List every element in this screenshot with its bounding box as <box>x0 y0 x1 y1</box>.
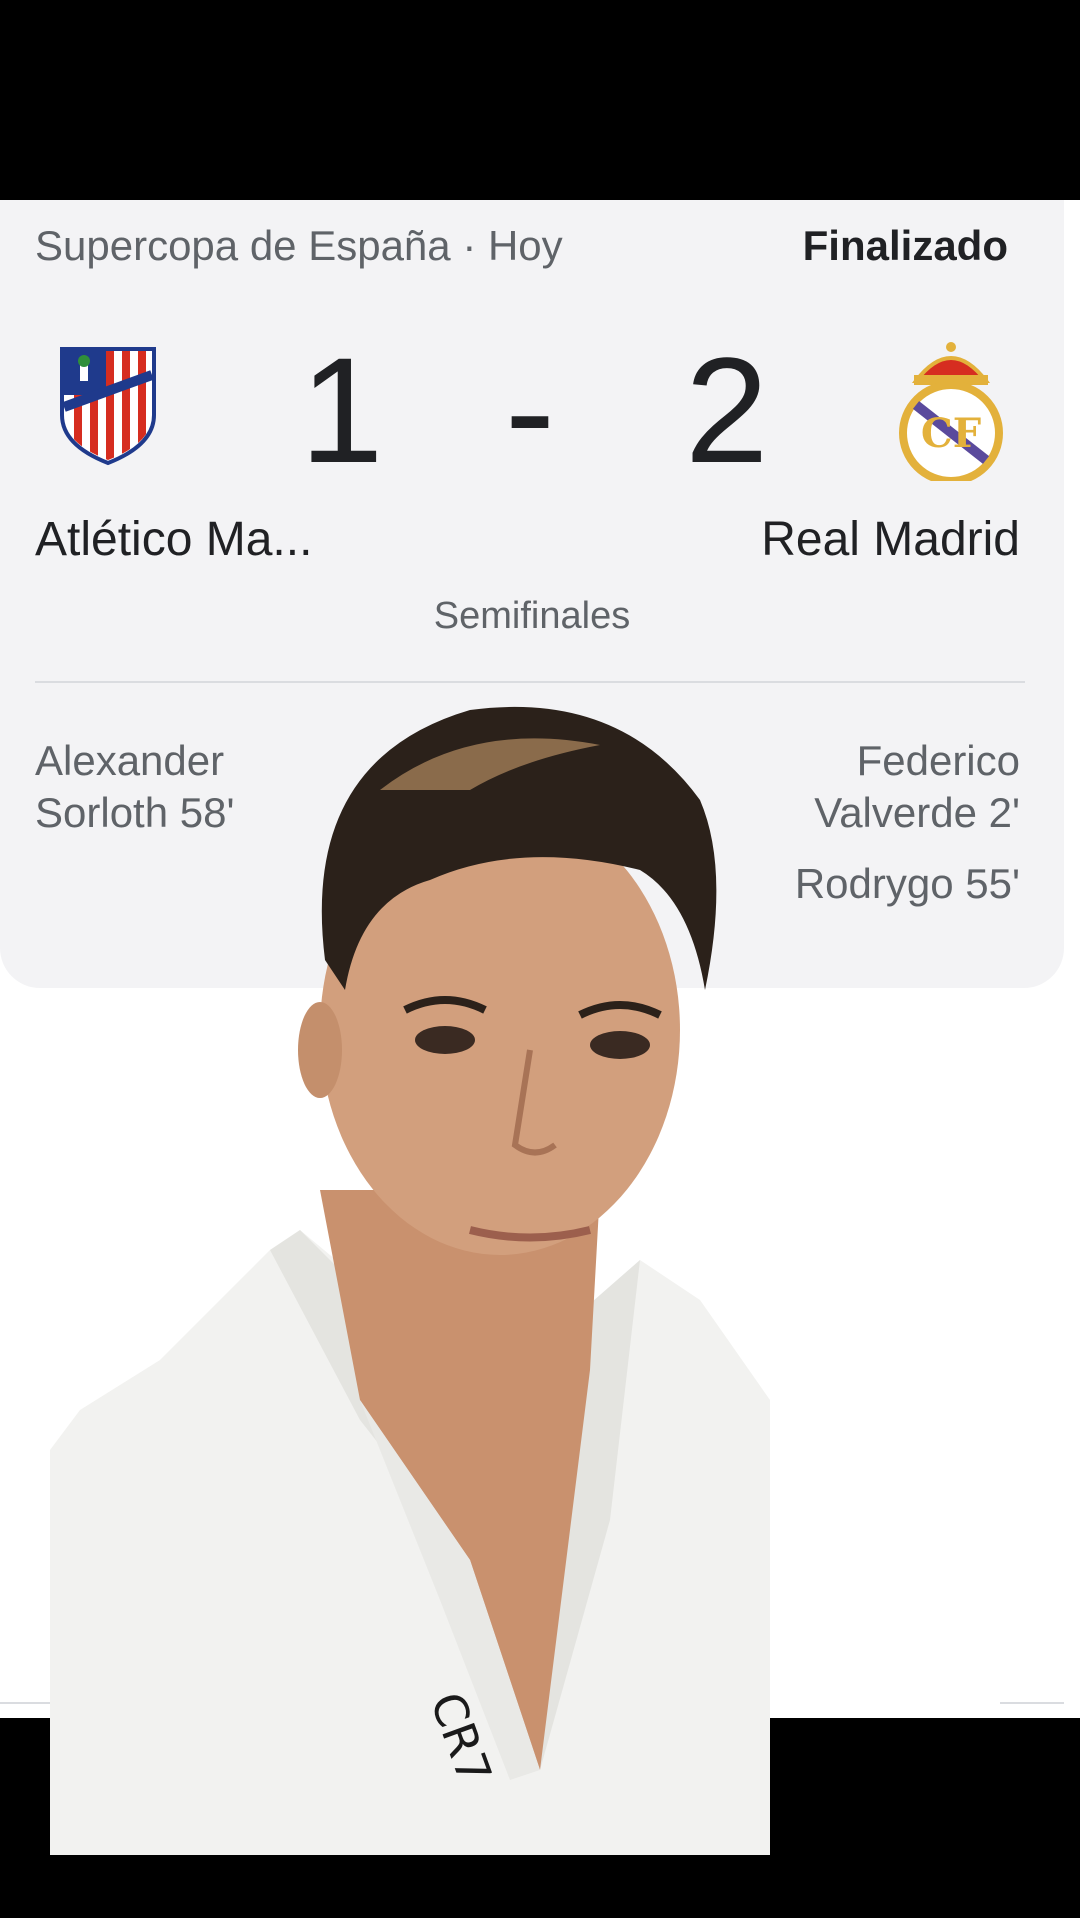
atletico-crest-icon[interactable] <box>58 345 158 467</box>
home-score: 1 <box>300 326 384 494</box>
score-separator: - <box>505 326 555 494</box>
svg-text:CF: CF <box>921 410 981 457</box>
competition-label: Supercopa de España · Hoy <box>35 222 563 269</box>
divider <box>35 681 1025 683</box>
divider <box>1000 1702 1064 1704</box>
top-black-bar <box>0 0 1080 200</box>
real-madrid-crest-icon[interactable]: CF <box>896 335 1006 481</box>
home-team-name[interactable]: Atlético Ma... <box>35 512 312 567</box>
away-scorer: Rodrygo 55' <box>794 860 1020 907</box>
away-score: 2 <box>685 326 769 494</box>
away-scorer: Federico Valverde 2' <box>814 737 1020 836</box>
match-stage: Semifinales <box>433 595 631 637</box>
person-cutout-image: CR7 <box>50 706 770 1855</box>
away-team-name[interactable]: Real Madrid <box>761 512 1020 567</box>
match-status: Finalizado <box>802 222 1008 269</box>
